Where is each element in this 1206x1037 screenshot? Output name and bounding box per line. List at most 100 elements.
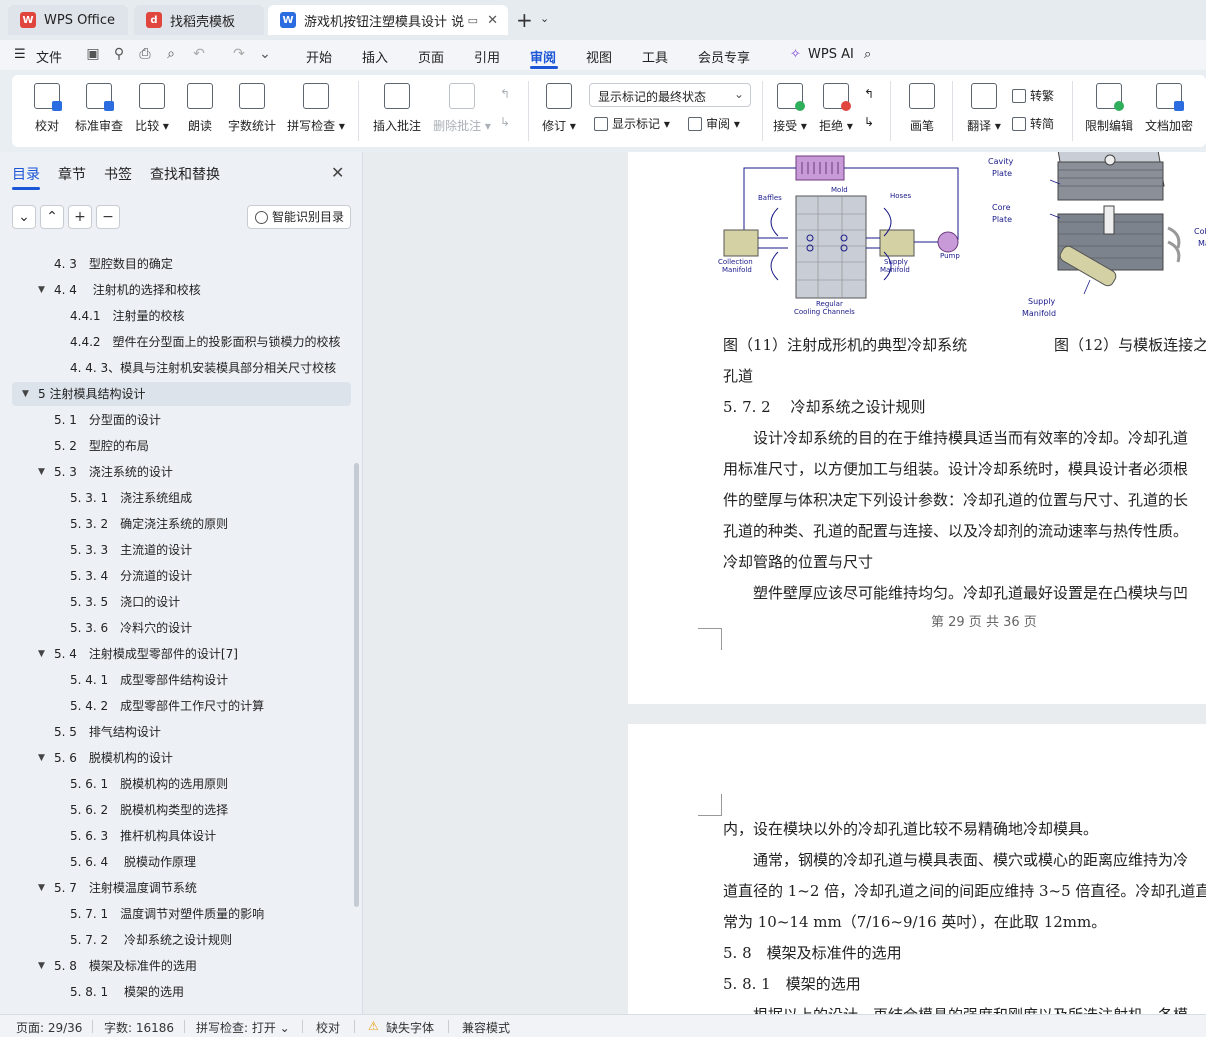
menu-home[interactable]: 开始 [306,47,332,66]
caret-down-icon[interactable]: ▼ [38,746,45,770]
hamburger-icon[interactable]: ☰ [14,47,26,62]
toc-item[interactable]: ▼ 5. 7 注射模温度调节系统 [12,876,351,900]
show-markup-button[interactable]: 显示标记 ▾ [594,115,670,132]
menu-view[interactable]: 视图 [586,47,612,66]
save-icon[interactable]: ▣ [84,45,102,63]
markup-mode-select[interactable]: 显示标记的最终状态 ⌄ [589,83,751,107]
delete-comment-button[interactable]: 删除批注 ▾ [432,75,492,147]
toc-item[interactable]: 5. 5 排气结构设计 [12,720,351,744]
menu-wps-ai[interactable]: WPS AI [808,47,854,62]
caret-down-icon[interactable]: ▼ [38,642,45,666]
toc-item[interactable]: 5. 6. 2 脱模机构类型的选择 [12,798,351,822]
toc-item[interactable]: 5. 7. 2 冷却系统之设计规则 [12,928,351,952]
word-count-button[interactable]: 字数统计 [226,75,278,147]
add-heading-icon[interactable]: + [68,205,92,229]
toc-item[interactable]: 5. 7. 1 温度调节对塑件质量的影响 [12,902,351,926]
caret-down-icon[interactable]: ▼ [38,460,45,484]
tab-chapters[interactable]: 章节 [58,164,86,184]
toc-item[interactable]: 4.4.2 塑件在分型面上的投影面积与锁模力的校核 [12,330,351,354]
encrypt-button[interactable]: 文档加密 [1144,75,1194,147]
toc-item[interactable]: 5. 3. 3 主流道的设计 [12,538,351,562]
accept-button[interactable]: 接受 ▾ [772,75,808,147]
caret-down-icon[interactable]: ▼ [38,954,45,978]
close-pane-icon[interactable]: ✕ [331,163,344,182]
menu-member[interactable]: 会员专享 [698,47,750,66]
toc-item[interactable]: 5. 3. 4 分流道的设计 [12,564,351,588]
more-chevron-icon[interactable]: ⌄ [256,45,274,63]
wps-ai-icon[interactable]: ✧ [790,47,801,62]
menu-review[interactable]: 审阅 [530,47,556,66]
caret-down-icon[interactable]: ▼ [38,876,45,900]
tab-toc[interactable]: 目录 [12,164,40,184]
share-icon[interactable]: ⚲ [110,45,128,63]
menu-page[interactable]: 页面 [418,47,444,66]
monitor-icon[interactable]: ▭ [468,14,478,27]
toc-item[interactable]: 4. 3 型腔数目的确定 [12,252,351,276]
print-icon[interactable]: ⎙ [136,45,154,63]
next-change-icon[interactable]: ↳ [864,115,874,129]
collapse-all-icon[interactable]: ⌄ [12,205,36,229]
restrict-editing-button[interactable]: 限制编辑 [1084,75,1134,147]
toc-item[interactable]: ▼ 4. 4 注射机的选择和校核 [12,278,351,302]
toc-item[interactable]: 5. 8. 1 模架的选用 [12,980,351,1004]
next-comment-icon[interactable]: ↳ [500,115,510,129]
missing-font-status[interactable]: 缺失字体 [386,1019,434,1036]
remove-heading-icon[interactable]: − [96,205,120,229]
toc-item[interactable]: 5. 3. 1 浇注系统组成 [12,486,351,510]
menu-references[interactable]: 引用 [474,47,500,66]
toc-item[interactable]: 5. 2 型腔的布局 [12,434,351,458]
toc-item[interactable]: 5. 4. 1 成型零部件结构设计 [12,668,351,692]
toc-scrollbar[interactable] [354,463,359,907]
smart-toc-button[interactable]: 智能识别目录 [247,205,351,229]
track-changes-button[interactable]: 修订 ▾ [540,75,578,147]
toc-item[interactable]: 5. 3. 5 浇口的设计 [12,590,351,614]
word-count-status[interactable]: 字数: 16186 [104,1019,174,1036]
standard-review-button[interactable]: 标准审查 [74,75,124,147]
reviewing-pane-button[interactable]: 审阅 ▾ [688,115,740,132]
menu-insert[interactable]: 插入 [362,47,388,66]
toc-item[interactable]: 5. 6. 4 脱模动作原理 [12,850,351,874]
translate-button[interactable]: 翻译 ▾ [964,75,1004,147]
toc-item[interactable]: 5. 4. 2 成型零部件工作尺寸的计算 [12,694,351,718]
tab-current-document[interactable]: W 游戏机按钮注塑模具设计 说明 ▭ ✕ [268,5,508,35]
toc-item[interactable]: 5. 3. 6 冷料穴的设计 [12,616,351,640]
insert-comment-button[interactable]: 插入批注 [370,75,424,147]
toc-item[interactable]: ▼ 5 注射模具结构设计 [12,382,351,406]
toc-item[interactable]: 5. 3. 2 确定浇注系统的原则 [12,512,351,536]
close-tab-icon[interactable]: ✕ [487,13,498,28]
expand-up-icon[interactable]: ⌃ [40,205,64,229]
toc-item[interactable]: ▼ 5. 3 浇注系统的设计 [12,460,351,484]
to-simplified-button[interactable]: 转简 [1012,115,1054,132]
toc-item[interactable]: 5. 6. 1 脱模机构的选用原则 [12,772,351,796]
tab-docer-templates[interactable]: d 找稻壳模板 [134,5,264,35]
page-indicator[interactable]: 页面: 29/36 [16,1019,82,1036]
caret-down-icon[interactable]: ▼ [38,278,45,302]
to-traditional-button[interactable]: 转繁 [1012,87,1054,104]
toc-item[interactable]: 4.4.1 注射量的校核 [12,304,351,328]
compare-button[interactable]: 比较 ▾ [134,75,170,147]
document-canvas[interactable]: Mold Baffles Hoses Collection Manifold S… [364,152,1206,1014]
reject-button[interactable]: 拒绝 ▾ [818,75,854,147]
search-icon[interactable]: ⌕ [864,47,871,62]
caret-down-icon[interactable]: ▼ [22,382,29,406]
proofread-button[interactable]: 校对 [30,75,64,147]
tab-bookmarks[interactable]: 书签 [104,164,132,184]
tab-find-replace[interactable]: 查找和替换 [150,164,220,184]
print-preview-icon[interactable]: ⌕ [162,45,180,63]
new-tab-icon[interactable]: + [516,8,533,32]
toc-item[interactable]: 4. 4. 3、模具与注射机安装模具部分相关尺寸校核 [12,356,351,380]
menu-tools[interactable]: 工具 [642,47,668,66]
previous-comment-icon[interactable]: ↰ [500,87,510,101]
spell-check-button[interactable]: 拼写检查 ▾ [286,75,346,147]
spell-check-status[interactable]: 拼写检查: 打开 ⌄ [196,1019,290,1036]
ink-button[interactable]: 画笔 [906,75,938,147]
redo-icon[interactable]: ↷ [230,45,248,63]
tab-wps-office[interactable]: W WPS Office [8,5,128,35]
previous-change-icon[interactable]: ↰ [864,87,874,101]
menu-file[interactable]: 文件 [36,47,62,66]
proofread-status[interactable]: 校对 [316,1019,340,1036]
read-aloud-button[interactable]: 朗读 [184,75,216,147]
undo-icon[interactable]: ↶ [190,45,208,63]
chevron-down-icon[interactable]: ⌄ [540,12,549,25]
toc-item[interactable]: 5. 1 分型面的设计 [12,408,351,432]
